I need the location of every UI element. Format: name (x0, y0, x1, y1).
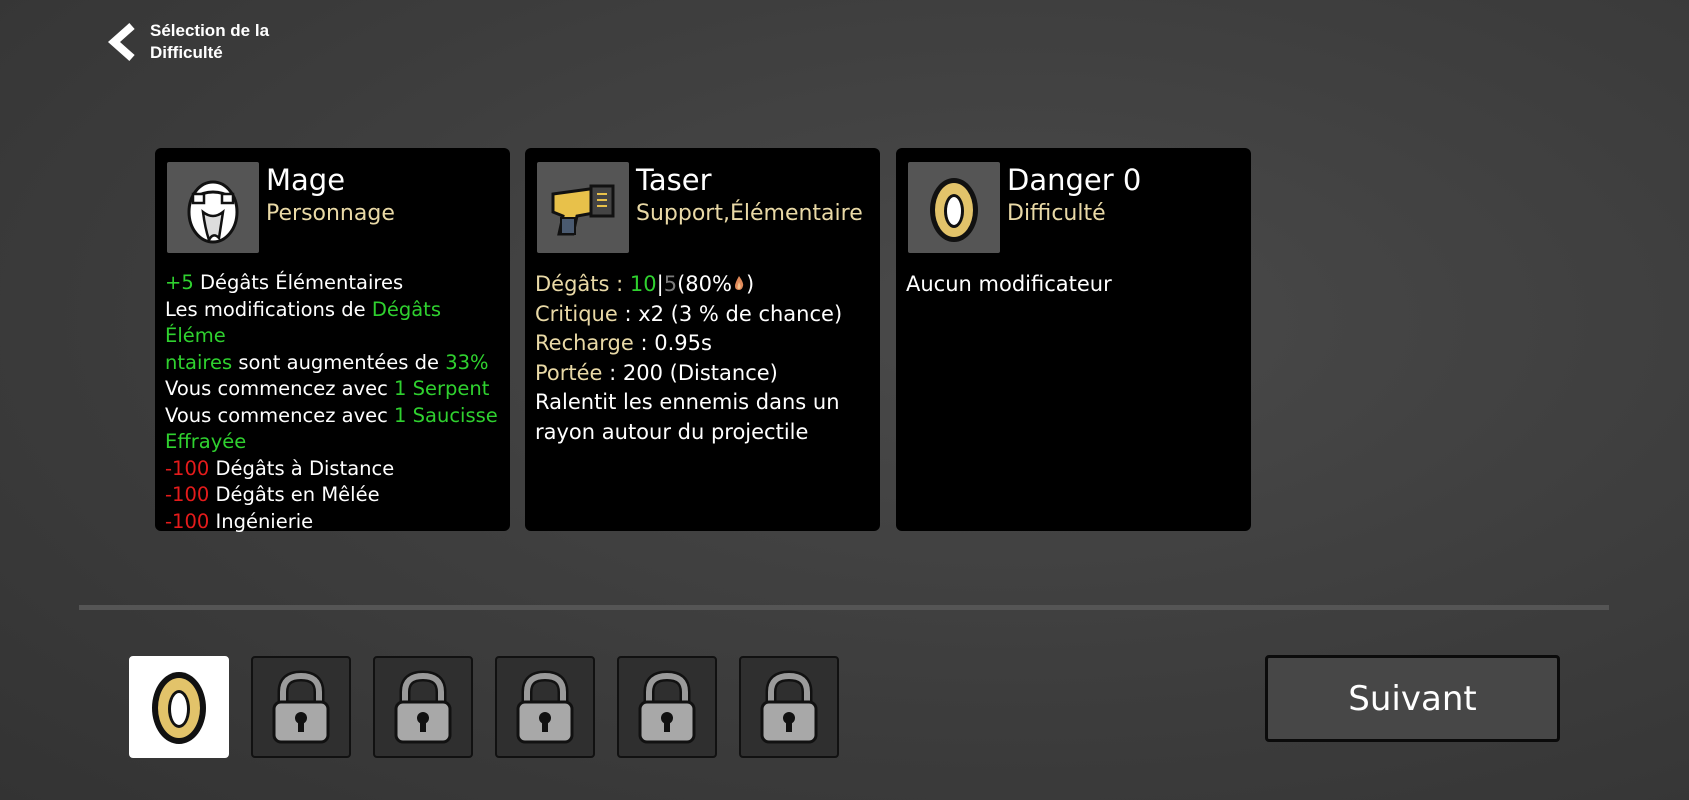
card-title: Danger 0 (1007, 163, 1142, 197)
card-description: Aucun modificateur (906, 272, 1112, 296)
lock-icon (272, 670, 330, 744)
difficulty-card: Danger 0 Difficulté Aucun modificateur (896, 148, 1251, 531)
difficulty-slot-locked[interactable] (251, 656, 351, 758)
card-description: +5 Dégâts Élémentaires Les modifications… (165, 270, 504, 535)
character-card: Mage Personnage +5 Dégâts Élémentaires L… (155, 148, 510, 533)
stat-line: ntaires sont augmentées de 33% (165, 350, 489, 374)
divider (79, 605, 1609, 610)
lock-icon (638, 670, 696, 744)
chevron-left-icon (107, 23, 135, 61)
difficulty-slot-locked[interactable] (495, 656, 595, 758)
weapon-card: Taser Support,Élémentaire Dégâts : 10|5(… (525, 148, 880, 531)
lock-icon (516, 670, 574, 744)
difficulty-slot-locked[interactable] (739, 656, 839, 758)
danger-egg-icon (908, 162, 1000, 253)
stat-line: Vous commencez avec 1 Serpent (165, 377, 490, 400)
card-subtitle: Difficulté (1007, 201, 1106, 226)
card-title: Taser (636, 163, 712, 197)
stat-crit: Critique : x2 (3 % de chance) (535, 301, 843, 326)
card-subtitle: Support,Élémentaire (636, 201, 863, 226)
weapon-effect: rayon autour du projectile (535, 419, 809, 444)
mage-egg-icon (167, 162, 259, 253)
taser-icon (537, 162, 629, 253)
difficulty-slot-locked[interactable] (373, 656, 473, 758)
stat-line: Les modifications de Dégâts Éléme (165, 297, 441, 348)
stat-range: Portée : 200 (Distance) (535, 360, 778, 385)
back-button[interactable]: Sélection de la Difficulté (106, 20, 280, 64)
lock-icon (760, 670, 818, 744)
stat-damage: Dégâts : 10|5(80%) (535, 270, 874, 300)
card-subtitle: Personnage (266, 201, 395, 226)
next-button[interactable]: Suivant (1265, 655, 1560, 742)
stat-line: Effrayée (165, 430, 247, 453)
card-title: Mage (266, 163, 346, 197)
weapon-effect: Ralentit les ennemis dans un (535, 390, 840, 415)
difficulty-slot-0[interactable] (129, 656, 229, 758)
stat-reload: Recharge : 0.95s (535, 331, 712, 356)
difficulty-slot-locked[interactable] (617, 656, 717, 758)
elemental-flame-icon (732, 270, 746, 300)
danger-egg-icon (152, 672, 206, 744)
stat-line: -100 Dégâts à Distance (165, 456, 395, 480)
lock-icon (394, 670, 452, 744)
card-description: Dégâts : 10|5(80%) Critique : x2 (3 % de… (535, 270, 874, 447)
stat-line: Vous commencez avec 1 Saucisse (165, 403, 498, 427)
stat-line: -100 Ingénierie (165, 509, 314, 533)
stat-line: -100 Dégâts en Mêlée (165, 483, 380, 506)
stat-line: +5 Dégâts Élémentaires (165, 271, 404, 294)
back-label: Sélection de la Difficulté (150, 21, 270, 62)
